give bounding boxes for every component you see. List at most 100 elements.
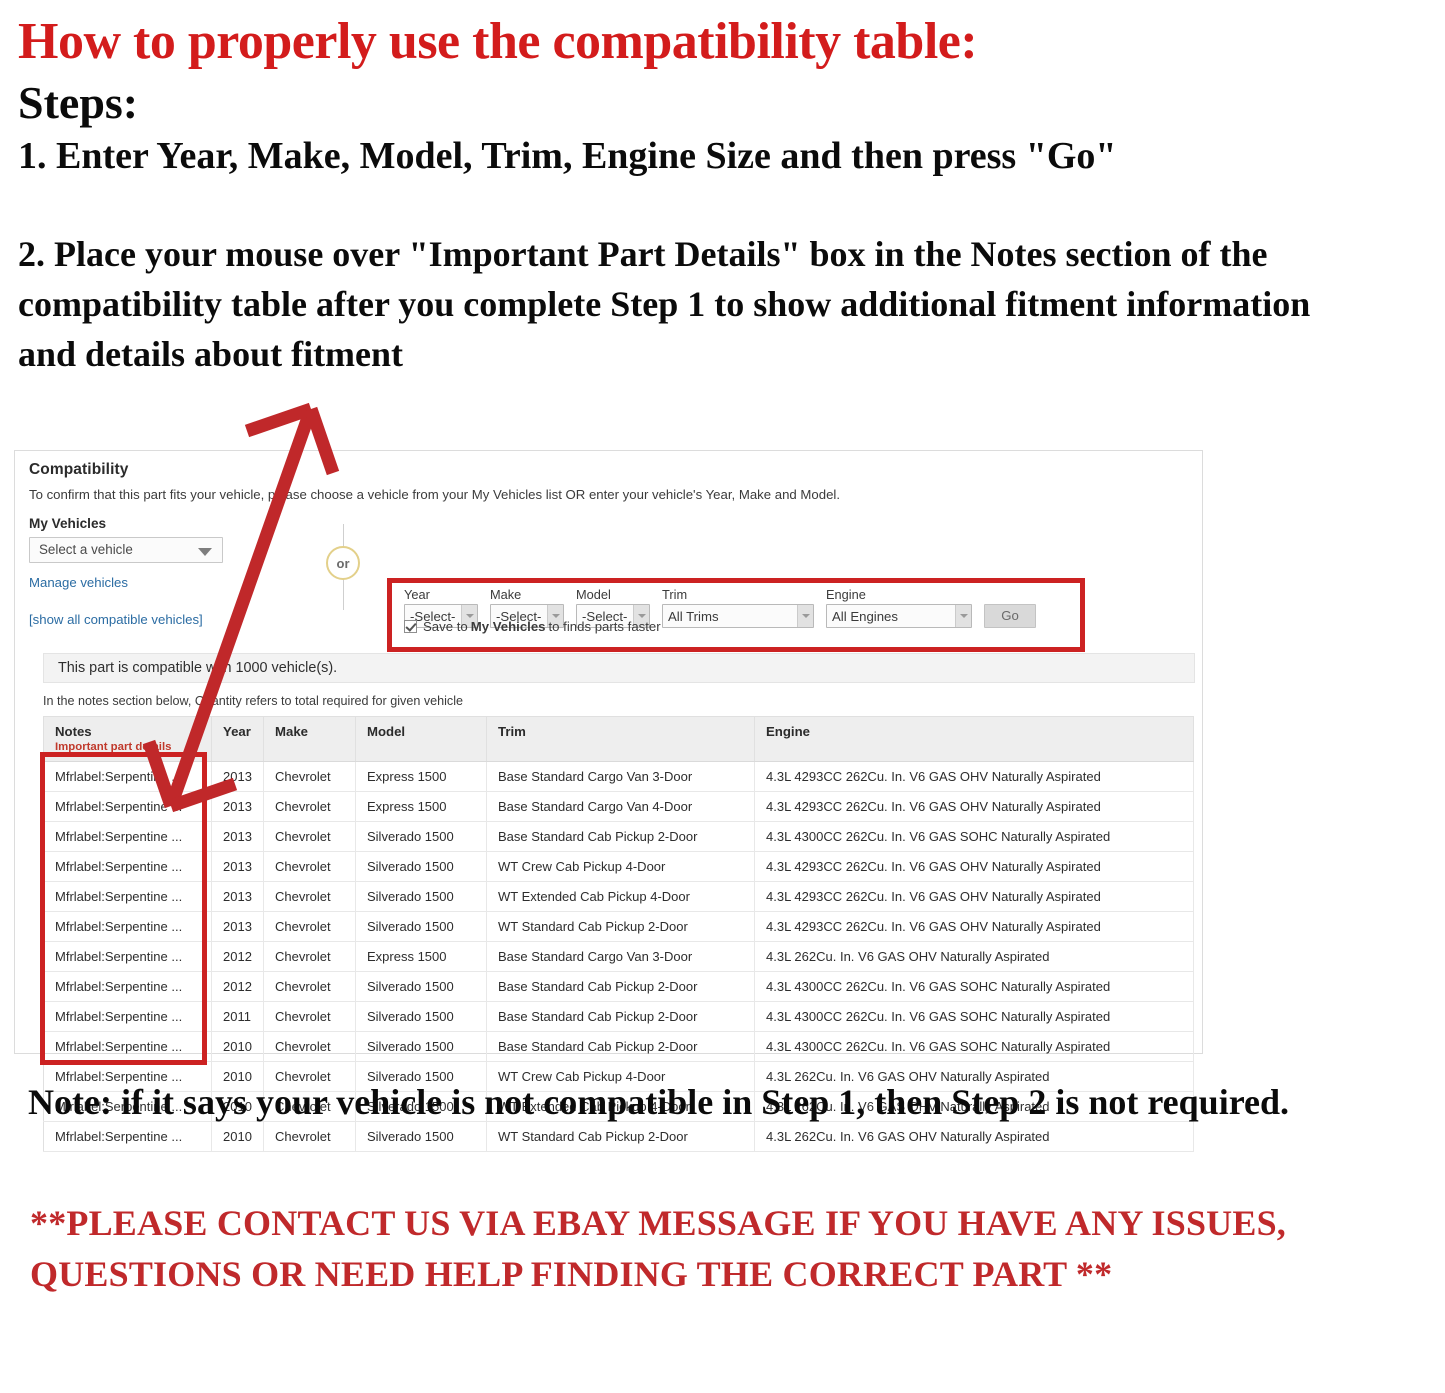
cell-year: 2013 (211, 821, 264, 852)
engine-value: All Engines (832, 608, 898, 624)
cell-notes[interactable]: Mfrlabel:Serpentine ... (43, 911, 212, 942)
compatibility-heading: Compatibility (29, 461, 129, 478)
steps-label: Steps: (18, 77, 139, 129)
cell-model: Silverado 1500 (355, 851, 487, 882)
cell-model: Silverado 1500 (355, 1001, 487, 1032)
cell-year: 2013 (211, 881, 264, 912)
cell-make: Chevrolet (263, 911, 356, 942)
cell-notes[interactable]: Mfrlabel:Serpentine ... (43, 821, 212, 852)
chevron-down-icon (955, 605, 971, 627)
table-row: Mfrlabel:Serpentine ... 2013 Chevrolet Silv… (43, 911, 1194, 942)
engine-select[interactable]: All Engines (826, 604, 972, 628)
cell-model: Silverado 1500 (355, 971, 487, 1002)
cell-year: 2012 (211, 971, 264, 1002)
cell-engine: 4.3L 4293CC 262Cu. In. V6 GAS OHV Natura… (754, 851, 1194, 882)
cell-year: 2013 (211, 761, 264, 792)
cell-engine: 4.3L 4300CC 262Cu. In. V6 GAS SOHC Natur… (754, 1031, 1194, 1062)
header-model: Model (355, 716, 487, 762)
cell-notes[interactable]: Mfrlabel:Serpentine ... (43, 1031, 212, 1062)
cell-model: Express 1500 (355, 941, 487, 972)
my-vehicles-label: My Vehicles (29, 516, 107, 531)
cell-engine: 4.3L 4300CC 262Cu. In. V6 GAS SOHC Natur… (754, 1001, 1194, 1032)
table-row: Mfrlabel:Serpentine ... 2013 Chevrolet Silv… (43, 881, 1194, 912)
cell-trim: Base Standard Cab Pickup 2-Door (486, 821, 755, 852)
manage-vehicles-link[interactable]: Manage vehicles (29, 575, 279, 590)
step-two-text: 2. Place your mouse over "Important Part… (18, 234, 1311, 374)
header-make: Make (263, 716, 356, 762)
cell-year: 2011 (211, 1001, 264, 1032)
cell-notes[interactable]: Mfrlabel:Serpentine ... (43, 791, 212, 822)
show-all-compatible-vehicles-link[interactable]: [show all compatible vehicles] (29, 612, 279, 627)
cell-year: 2013 (211, 791, 264, 822)
cell-model: Silverado 1500 (355, 1031, 487, 1062)
cell-trim: Base Standard Cab Pickup 2-Door (486, 1031, 755, 1062)
table-header-row: Notes Important part details Year Make M… (43, 716, 1194, 762)
page-title: How to properly use the compatibility ta… (18, 13, 978, 70)
cell-notes[interactable]: Mfrlabel:Serpentine ... (43, 941, 212, 972)
step-one-text: 1. Enter Year, Make, Model, Trim, Engine… (18, 134, 1117, 177)
cell-model: Silverado 1500 (355, 881, 487, 912)
cell-model: Express 1500 (355, 791, 487, 822)
make-label: Make (490, 587, 522, 602)
cell-make: Chevrolet (263, 941, 356, 972)
trim-select[interactable]: All Trims (662, 604, 814, 628)
engine-field: Engine All Engines (826, 587, 972, 628)
cell-year: 2013 (211, 851, 264, 882)
cell-make: Chevrolet (263, 791, 356, 822)
header-engine: Engine (754, 716, 1194, 762)
header-year: Year (211, 716, 264, 762)
cell-year: 2010 (211, 1031, 264, 1062)
cell-engine: 4.3L 4293CC 262Cu. In. V6 GAS OHV Natura… (754, 911, 1194, 942)
table-row: Mfrlabel:Serpentine ... 2012 Chevrolet Silv… (43, 971, 1194, 1002)
cell-notes[interactable]: Mfrlabel:Serpentine ... (43, 881, 212, 912)
cell-notes[interactable]: Mfrlabel:Serpentine ... (43, 1001, 212, 1032)
save-to-my-vehicles-row[interactable]: Save to My Vehicles to finds parts faste… (404, 619, 661, 634)
cell-trim: WT Extended Cab Pickup 4-Door (486, 881, 755, 912)
or-divider-label: or (326, 546, 360, 580)
save-checkbox[interactable] (404, 620, 417, 633)
table-row: Mfrlabel:Serpentine ... 2013 Chevrolet Expr… (43, 761, 1194, 792)
engine-label: Engine (826, 587, 866, 602)
save-prefix-label: Save to (423, 619, 468, 634)
compatible-count-bar: This part is compatible with 1000 vehicl… (43, 653, 1195, 683)
header-notes: Notes Important part details (43, 716, 212, 762)
chevron-down-icon (797, 605, 813, 627)
cell-trim: Base Standard Cargo Van 3-Door (486, 941, 755, 972)
cell-year: 2012 (211, 941, 264, 972)
cell-make: Chevrolet (263, 761, 356, 792)
trim-label: Trim (662, 587, 688, 602)
cell-model: Express 1500 (355, 761, 487, 792)
or-divider: or (322, 524, 366, 610)
save-suffix-label: to finds parts faster (548, 619, 661, 634)
header-notes-sublabel: Important part details (55, 741, 172, 753)
footer-contact: **PLEASE CONTACT US VIA EBAY MESSAGE IF … (30, 1203, 1287, 1295)
my-vehicles-selected-value: Select a vehicle (39, 542, 133, 557)
save-strong-label: My Vehicles (470, 619, 546, 634)
model-label: Model (576, 587, 611, 602)
cell-notes[interactable]: Mfrlabel:Serpentine ... (43, 851, 212, 882)
cell-notes[interactable]: Mfrlabel:Serpentine ... (43, 761, 212, 792)
header-trim: Trim (486, 716, 755, 762)
trim-field: Trim All Trims (662, 587, 814, 628)
go-button[interactable]: Go (984, 604, 1036, 628)
cell-year: 2013 (211, 911, 264, 942)
cell-engine: 4.3L 4293CC 262Cu. In. V6 GAS OHV Natura… (754, 761, 1194, 792)
my-vehicles-select[interactable]: Select a vehicle (29, 537, 223, 563)
cell-make: Chevrolet (263, 851, 356, 882)
quantity-note: In the notes section below, Quantity ref… (43, 694, 464, 708)
cell-notes[interactable]: Mfrlabel:Serpentine ... (43, 971, 212, 1002)
cell-engine: 4.3L 262Cu. In. V6 GAS OHV Naturally Asp… (754, 941, 1194, 972)
cell-trim: WT Standard Cab Pickup 2-Door (486, 911, 755, 942)
header-notes-label: Notes (55, 724, 92, 739)
footer-note: Note: if it says your vehicle is not com… (28, 1082, 1290, 1122)
table-row: Mfrlabel:Serpentine ... 2011 Chevrolet Silv… (43, 1001, 1194, 1032)
cell-trim: WT Crew Cab Pickup 4-Door (486, 851, 755, 882)
table-row: Mfrlabel:Serpentine ... 2013 Chevrolet Silv… (43, 851, 1194, 882)
cell-engine: 4.3L 4300CC 262Cu. In. V6 GAS SOHC Natur… (754, 971, 1194, 1002)
year-label: Year (404, 587, 430, 602)
table-row: Mfrlabel:Serpentine ... 2010 Chevrolet Silv… (43, 1031, 1194, 1062)
cell-make: Chevrolet (263, 1001, 356, 1032)
cell-trim: Base Standard Cab Pickup 2-Door (486, 971, 755, 1002)
table-row: Mfrlabel:Serpentine ... 2013 Chevrolet Expr… (43, 791, 1194, 822)
cell-trim: Base Standard Cargo Van 3-Door (486, 761, 755, 792)
